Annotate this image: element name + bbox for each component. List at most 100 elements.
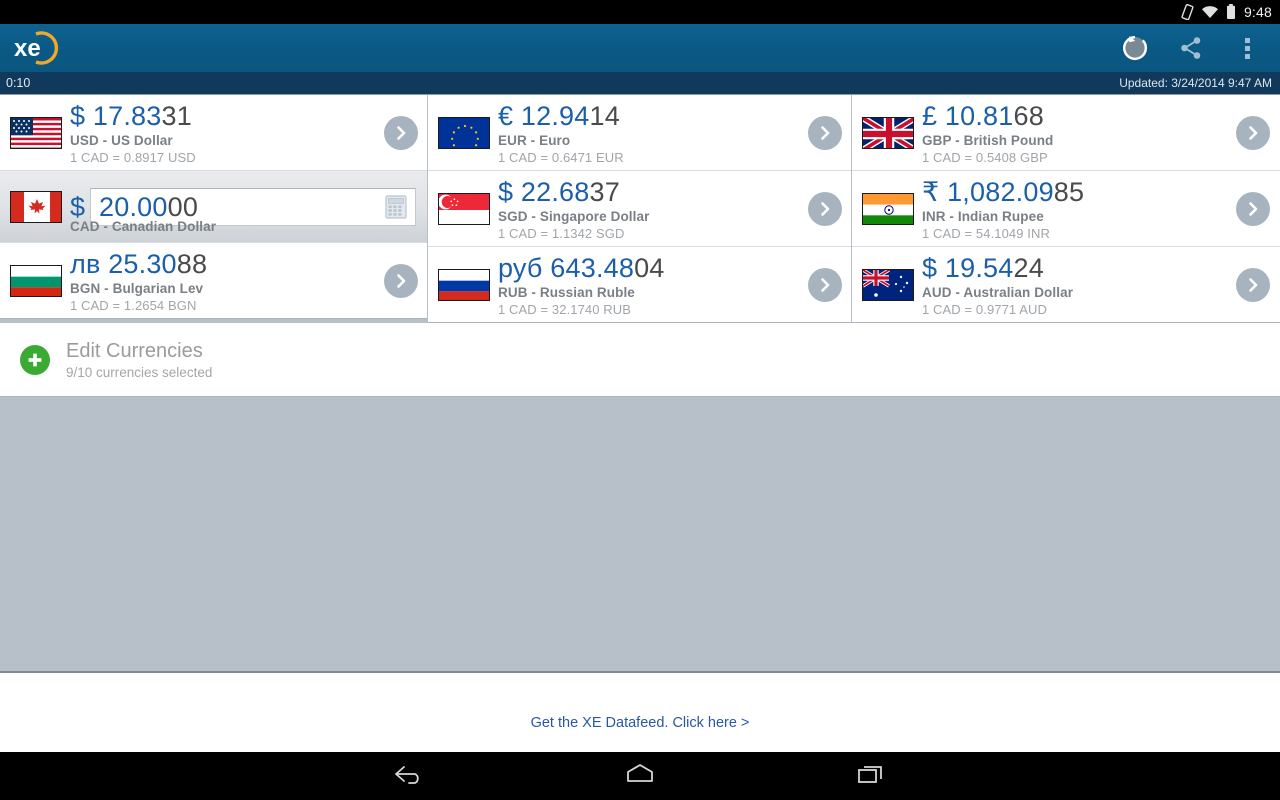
chevron-right-icon[interactable]	[808, 267, 842, 302]
app-bar: xe	[0, 24, 1280, 72]
currency-name: USD - US Dollar	[70, 132, 173, 148]
chevron-right-icon[interactable]	[1236, 267, 1270, 302]
currency-row-eur[interactable]: € 12.9414 EUR - Euro 1 CAD = 0.6471 EUR	[428, 95, 852, 171]
amount-tail: 37	[589, 176, 620, 207]
plus-circle-icon	[20, 344, 50, 375]
currency-symbol: $	[922, 252, 938, 283]
chevron-right-icon[interactable]	[1236, 191, 1270, 226]
currency-board: $ 17.8331 USD - US Dollar 1 CAD = 0.8917…	[0, 94, 1280, 397]
chevron-right-icon[interactable]	[1236, 115, 1270, 150]
currency-row-bgn[interactable]: лв 25.3088 BGN - Bulgarian Lev 1 CAD = 1…	[0, 243, 428, 319]
chevron-right-icon[interactable]	[808, 191, 842, 226]
currency-rate: 1 CAD = 1.1342 SGD	[498, 225, 625, 241]
amount-head: 10.81	[944, 100, 1014, 131]
amount-head: 1,082.09	[947, 176, 1054, 207]
back-button[interactable]	[386, 756, 432, 796]
amount-input-value: 20.0000	[99, 191, 199, 222]
currency-row-gbp[interactable]: £ 10.8168 GBP - British Pound 1 CAD = 0.…	[852, 95, 1280, 171]
currency-row-rub[interactable]: руб 643.4804 RUB - Russian Ruble 1 CAD =…	[428, 247, 852, 323]
currency-row-inr[interactable]: ₹ 1,082.0985 INR - Indian Rupee 1 CAD = …	[852, 171, 1280, 247]
recents-icon	[854, 761, 888, 792]
edit-currencies-subtitle: 9/10 currencies selected	[66, 365, 213, 380]
amount-head: 22.68	[520, 176, 590, 207]
amount-tail: 14	[589, 100, 620, 131]
chevron-right-icon[interactable]	[808, 115, 842, 150]
flag-eu-icon	[438, 116, 490, 149]
amount-tail: 24	[1013, 252, 1044, 283]
currency-rate: 1 CAD = 0.9771 AUD	[922, 301, 1048, 317]
edit-currencies-text: Edit Currencies 9/10 currencies selected	[66, 339, 212, 380]
home-button[interactable]	[617, 756, 663, 796]
base-currency-name: CAD - Canadian Dollar	[70, 219, 217, 234]
amount-head: 643.48	[550, 252, 635, 283]
currency-rate: 1 CAD = 54.1049 INR	[922, 225, 1050, 241]
amount-tail: 68	[1013, 100, 1044, 131]
vibrate-icon	[1180, 4, 1194, 20]
chevron-right-icon[interactable]	[384, 263, 418, 298]
flag-ca-icon	[10, 190, 62, 223]
flag-bg-icon	[10, 264, 62, 297]
currency-rate: 1 CAD = 1.2654 BGN	[70, 297, 197, 313]
amount-tail: 31	[161, 100, 192, 131]
amount-head: 25.30	[108, 248, 177, 279]
currency-symbol: лв	[70, 248, 101, 279]
currency-info: ₹ 1,082.0985 INR - Indian Rupee 1 CAD = …	[922, 177, 1230, 241]
currency-symbol: $	[70, 100, 86, 131]
android-navigation-bar	[0, 752, 1280, 800]
currency-name: BGN - Bulgarian Lev	[70, 280, 204, 296]
currency-info: $ 17.8331 USD - US Dollar 1 CAD = 0.8917…	[70, 101, 378, 165]
amount-head: 17.83	[92, 100, 162, 131]
currency-symbol: £	[922, 100, 938, 131]
home-icon	[623, 761, 657, 792]
converted-amount: лв 25.3088	[70, 249, 378, 279]
currency-column-3: £ 10.8168 GBP - British Pound 1 CAD = 0.…	[851, 95, 1280, 323]
currency-rate: 1 CAD = 32.1740 RUB	[498, 301, 632, 317]
refresh-button[interactable]	[1118, 31, 1152, 65]
flag-us-icon	[10, 116, 62, 149]
amount-head: 19.54	[944, 252, 1014, 283]
currency-info: руб 643.4804 RUB - Russian Ruble 1 CAD =…	[498, 253, 802, 317]
currency-info: лв 25.3088 BGN - Bulgarian Lev 1 CAD = 1…	[70, 249, 378, 313]
share-button[interactable]	[1174, 31, 1208, 65]
currency-row-aud[interactable]: $ 19.5424 AUD - Australian Dollar 1 CAD …	[852, 247, 1280, 323]
svg-text:xe: xe	[14, 35, 41, 62]
currency-symbol: ₹	[922, 176, 940, 207]
xe-logo: xe	[8, 28, 66, 68]
battery-icon	[1226, 4, 1236, 20]
recents-button[interactable]	[848, 756, 894, 796]
flag-sg-icon	[438, 192, 490, 225]
currency-info: € 12.9414 EUR - Euro 1 CAD = 0.6471 EUR	[498, 101, 802, 165]
overflow-dots-icon	[1244, 37, 1250, 59]
currency-row-usd[interactable]: $ 17.8331 USD - US Dollar 1 CAD = 0.8917…	[0, 95, 428, 171]
back-icon	[392, 761, 426, 792]
amount-tail: 85	[1053, 176, 1085, 207]
base-currency-row-cad[interactable]: $ 20.0000 CAD - Canadian Dollar	[0, 171, 428, 243]
base-currency-symbol: $	[70, 191, 86, 222]
currency-symbol: $	[498, 176, 514, 207]
currency-info: $ 22.6837 SGD - Singapore Dollar 1 CAD =…	[498, 177, 802, 241]
converted-amount: € 12.9414	[498, 101, 802, 131]
flag-in-icon	[862, 192, 914, 225]
amount-head: 12.94	[520, 100, 590, 131]
currency-rate: 1 CAD = 0.6471 EUR	[498, 149, 624, 165]
converted-amount: $ 22.6837	[498, 177, 802, 207]
empty-area	[0, 397, 1280, 673]
currency-rate: 1 CAD = 0.5408 GBP	[922, 149, 1048, 165]
calculator-icon[interactable]	[383, 194, 409, 219]
currency-column-1: $ 17.8331 USD - US Dollar 1 CAD = 0.8917…	[0, 95, 428, 323]
refresh-countdown-timer: 0:10	[6, 76, 31, 90]
sub-header-bar: 0:10 Updated: 3/24/2014 9:47 AM	[0, 72, 1280, 94]
wifi-icon	[1201, 5, 1219, 19]
currency-info: $ 19.5424 AUD - Australian Dollar 1 CAD …	[922, 253, 1230, 317]
chevron-right-icon[interactable]	[384, 115, 418, 150]
flag-au-icon	[862, 268, 914, 301]
overflow-menu-button[interactable]	[1230, 31, 1264, 65]
edit-currencies-row[interactable]: Edit Currencies 9/10 currencies selected	[0, 323, 1280, 397]
currency-name: INR - Indian Rupee	[922, 208, 1044, 224]
currency-row-sgd[interactable]: $ 22.6837 SGD - Singapore Dollar 1 CAD =…	[428, 171, 852, 247]
amount-tail: 88	[176, 248, 208, 279]
currency-name: SGD - Singapore Dollar	[498, 208, 650, 224]
currency-grid: $ 17.8331 USD - US Dollar 1 CAD = 0.8917…	[0, 94, 1280, 323]
datafeed-link[interactable]: Get the XE Datafeed. Click here >	[531, 715, 750, 731]
converted-amount: $ 19.5424	[922, 253, 1230, 283]
